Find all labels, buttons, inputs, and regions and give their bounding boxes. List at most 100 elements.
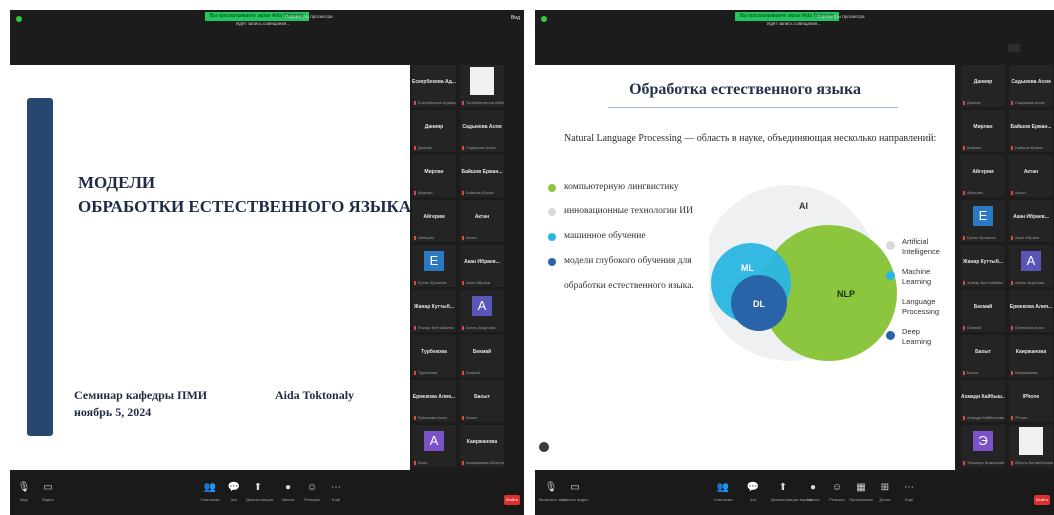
participant-label: Жанар Куттыбаева — [414, 325, 456, 330]
muted-mic-icon — [462, 190, 464, 195]
participant-tile[interactable]: Каиржанова Каиржанова Айгерим — [460, 425, 504, 467]
toolbar-button[interactable]: 🎙 Включить звук — [539, 481, 566, 509]
participant-tile[interactable]: Айгуль Кенжебекова — [1009, 425, 1053, 467]
toolbar-button[interactable]: ▭ Видео — [36, 481, 60, 509]
participant-tile[interactable]: Актан Актан — [1009, 155, 1053, 197]
participant-tile[interactable]: A Алия — [412, 425, 456, 467]
participant-tile[interactable]: Ермекова Алия... Ермекова Алия — [412, 380, 456, 422]
toolbar-button[interactable]: ▭ Начать видео — [563, 481, 588, 509]
participant-tile[interactable]: Айгерим Айгерим — [412, 200, 456, 242]
toolbar-label: Участники — [713, 497, 733, 502]
participant-tile[interactable]: Байшов Ержан... Байшов Ержан — [460, 155, 504, 197]
participant-tile[interactable]: Актан Актан — [460, 200, 504, 242]
bullet-dot-icon — [548, 233, 556, 241]
toolbar-icon: ⋯ — [331, 482, 341, 493]
slide-title-line1: МОДЕЛИ — [78, 173, 156, 192]
participant-tile[interactable]: Бекмай Бекмай — [460, 335, 504, 377]
participant-tile[interactable]: Бахыт Бахыт — [460, 380, 504, 422]
slide-accent-bar — [27, 98, 53, 436]
toolbar-button[interactable]: ☺ Реакции — [300, 481, 324, 509]
toolbar-button[interactable]: ⋯ Ещё — [324, 481, 348, 509]
participant-label: Акан Ибраев — [1011, 235, 1053, 240]
toolbar-button[interactable]: 💬 Чат — [222, 481, 246, 509]
toolbar-button[interactable]: 💬 Чат — [741, 481, 765, 509]
participant-tile[interactable]: E Ерлан Ерланов — [961, 200, 1005, 242]
toolbar-button[interactable]: ⊞ Доски — [873, 481, 897, 509]
slide-intro: Natural Language Processing — область в … — [564, 133, 937, 144]
participant-tile[interactable]: Ескербекова Ад... Ескербекова Ардашова — [412, 65, 456, 107]
participant-tile[interactable]: Толепбергенов Айбеке — [460, 65, 504, 107]
participant-tile[interactable]: Акан Ибраев... Акан Ибраев — [460, 245, 504, 287]
participant-tile[interactable]: Ермекова Алия... Ермекова Алия — [1009, 290, 1053, 332]
participant-tile[interactable]: Жанар Куттыб... Жанар Куттыбаева — [961, 245, 1005, 287]
participant-name: Акан Ибраев... — [464, 259, 500, 265]
participant-tile[interactable]: A Асель Аккулова — [460, 290, 504, 332]
muted-mic-icon — [462, 460, 464, 465]
muted-mic-icon — [963, 235, 965, 240]
muted-mic-icon — [963, 370, 965, 375]
toolbar-button[interactable]: 👥 Участники — [711, 481, 735, 509]
participant-label: Актан — [1011, 190, 1053, 195]
participant-tile[interactable]: Ахмади Кайбыш... Ахмади Кайбышева — [961, 380, 1005, 422]
participant-tile[interactable]: A Асель Аккулова — [1009, 245, 1053, 287]
participant-tile[interactable]: Мирлан Мирлан — [961, 110, 1005, 152]
security-shield-icon[interactable] — [541, 16, 547, 22]
participant-label: Алия — [414, 460, 456, 465]
participant-tile[interactable]: Садыкова Асем Садыкова Асем — [460, 110, 504, 152]
participant-tile[interactable]: Данияр Данияр — [412, 110, 456, 152]
legend-dot-icon — [886, 301, 895, 310]
participant-label: Каиржанова — [1011, 370, 1053, 375]
participant-tile[interactable]: Данияр Данияр — [961, 65, 1005, 107]
participant-label: Байшов Ержан — [462, 190, 504, 195]
participant-name: Ахмади Кайбыш... — [961, 394, 1005, 400]
participant-tile[interactable]: iPhone iPhone — [1009, 380, 1053, 422]
participant-tile[interactable]: Э Эльмира Жакыпова — [961, 425, 1005, 467]
muted-mic-icon — [1011, 280, 1013, 285]
muted-mic-icon — [963, 415, 965, 420]
participant-tile[interactable]: Турбекова Турбекова — [412, 335, 456, 377]
toolbar-button[interactable]: ▦ Приложения — [849, 481, 873, 509]
security-shield-icon[interactable] — [16, 16, 22, 22]
muted-mic-icon — [1011, 460, 1013, 465]
participant-tile[interactable]: Мирлан Мирлан — [412, 155, 456, 197]
meeting-top-bar: Вы просматриваете экран Aida Toktonaly П… — [10, 10, 524, 30]
end-meeting-button[interactable]: Выйти — [504, 495, 520, 505]
participant-video — [470, 67, 494, 95]
slide-title-line2: ОБРАБОТКИ ЕСТЕСТВЕННОГО ЯЗЫКА — [78, 197, 410, 216]
muted-mic-icon — [963, 100, 965, 105]
toolbar-button[interactable]: ⋯ Ещё — [897, 481, 921, 509]
toolbar-button[interactable]: 👥 Участники — [198, 481, 222, 509]
participant-tile[interactable]: Жанар Куттыб... Жанар Куттыбаева — [412, 290, 456, 332]
muted-mic-icon — [963, 190, 965, 195]
participant-tile[interactable]: Байшов Ержан... Байшов Ержан — [1009, 110, 1053, 152]
view-options-menu[interactable]: Параметры просмотра — [817, 12, 865, 21]
end-meeting-button[interactable]: Выйти — [1034, 495, 1050, 505]
participant-name: Садыкова Асем — [1011, 79, 1051, 85]
toolbar-icon: ▭ — [570, 482, 580, 493]
gallery-toggle-icon[interactable] — [1008, 44, 1020, 52]
muted-mic-icon — [1011, 190, 1013, 195]
participant-tile[interactable]: Айгерим Айгерим — [961, 155, 1005, 197]
participant-tile[interactable]: Бекмай Бекмай — [961, 290, 1005, 332]
participant-tile[interactable]: Садыкова Асем Садыкова Асем — [1009, 65, 1053, 107]
toolbar-button[interactable]: ☺ Реакции — [825, 481, 849, 509]
muted-mic-icon — [1011, 235, 1013, 240]
participant-tile[interactable]: Акан Ибраев... Акан Ибраев — [1009, 200, 1053, 242]
view-button[interactable]: Вид — [511, 15, 520, 21]
toolbar-button[interactable]: ● Запись — [801, 481, 825, 509]
view-options-menu[interactable]: Параметры просмотра — [285, 12, 333, 21]
toolbar-button[interactable]: ⬆ Демонстрация экрана — [771, 481, 812, 509]
toolbar-button[interactable]: ⬆ Демонстрация — [246, 481, 273, 509]
participant-tile[interactable]: Бахыт Бахыт — [961, 335, 1005, 377]
legend-text: Language Processing — [902, 297, 940, 316]
meeting-top-bar: Вы просматриваете экран Aida Toktonaly П… — [535, 10, 1054, 30]
participant-name: Каиржанова — [1015, 349, 1047, 355]
presenter-indicator-icon — [539, 442, 549, 452]
participant-avatar: E — [424, 251, 444, 271]
legend-dot-icon — [886, 271, 895, 280]
toolbar-button[interactable]: ● Запись — [276, 481, 300, 509]
toolbar-button[interactable]: 🎙 Звук — [12, 481, 36, 509]
participant-tile[interactable]: Каиржанова Каиржанова — [1009, 335, 1053, 377]
recording-status: Идёт запись совещания... — [767, 21, 822, 26]
participant-tile[interactable]: E Ерлан Ерланов — [412, 245, 456, 287]
